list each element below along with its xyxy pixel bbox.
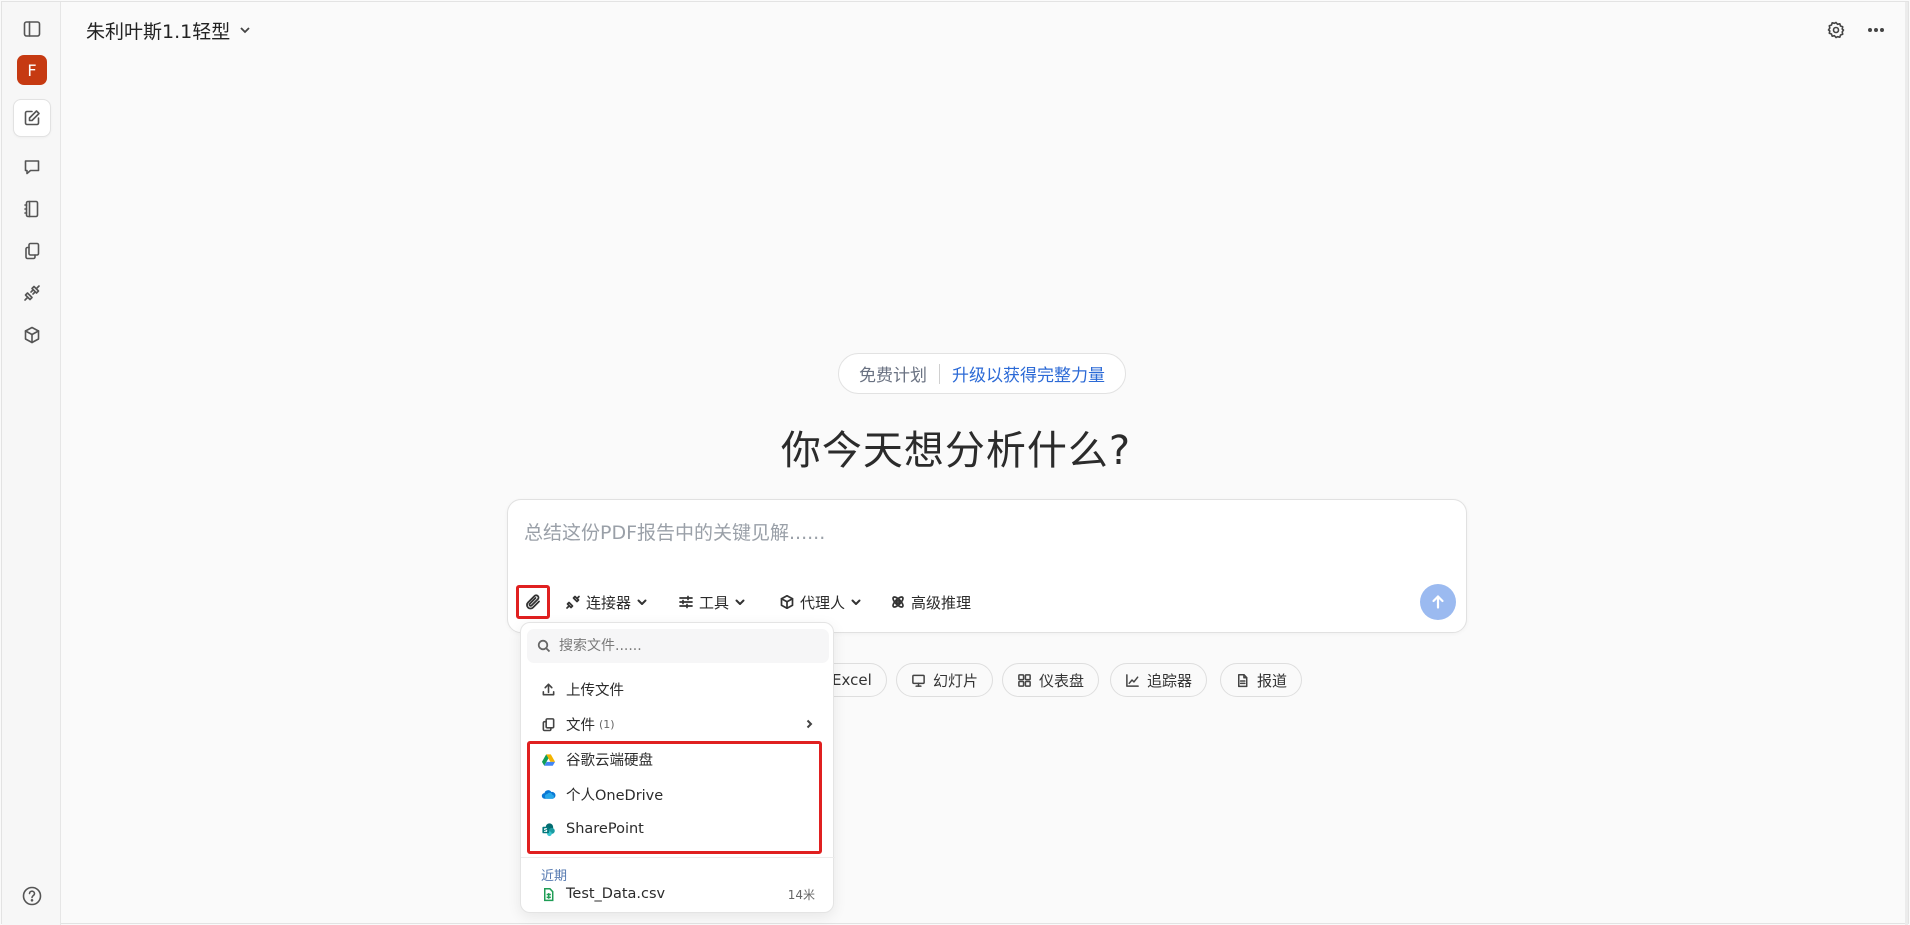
presentation-icon <box>912 674 925 687</box>
chats-button[interactable] <box>13 148 51 186</box>
sharepoint-icon: S <box>542 822 555 836</box>
agent-menu[interactable]: 代理人 <box>779 589 862 615</box>
avatar[interactable]: F <box>17 55 47 85</box>
scrollbar[interactable] <box>1905 2 1908 925</box>
advanced-reasoning-label: 高级推理 <box>911 593 972 612</box>
upload-icon <box>542 683 555 695</box>
attach-button[interactable] <box>516 585 550 619</box>
chip-label: 追踪器 <box>1147 671 1193 690</box>
notebooks-button[interactable] <box>13 190 51 228</box>
google-drive-icon <box>541 753 556 766</box>
help-button[interactable] <box>21 885 43 907</box>
onedrive-label: 个人OneDrive <box>566 787 664 804</box>
sidebar-toggle-icon <box>23 21 41 37</box>
advanced-reasoning-toggle[interactable]: 高级推理 <box>890 589 971 615</box>
chevron-down-icon <box>735 599 745 605</box>
document-icon <box>1238 673 1248 687</box>
recent-file-name: Test_Data.csv <box>566 886 666 902</box>
files-button[interactable] <box>13 232 51 270</box>
sliders-icon <box>679 595 693 609</box>
search-icon <box>537 639 551 653</box>
plan-banner: 免费计划 升级以获得完整力量 <box>838 353 1126 394</box>
onedrive-item[interactable]: 个人OneDrive <box>521 777 835 811</box>
chip-label: Excel <box>832 671 872 689</box>
recent-file-item[interactable]: Test_Data.csv 14米 <box>521 879 835 909</box>
prompt-input[interactable] <box>524 522 1424 544</box>
cube-icon <box>24 326 40 344</box>
google-drive-item[interactable]: 谷歌云端硬盘 <box>521 742 835 776</box>
connectors-button[interactable] <box>13 274 51 312</box>
connectors-label: 连接器 <box>586 593 632 612</box>
free-plan-label: 免费计划 <box>859 366 927 386</box>
onedrive-icon <box>541 789 556 799</box>
new-chat-button[interactable] <box>13 99 51 137</box>
connectors-menu[interactable]: 连接器 <box>565 589 648 615</box>
agents-button[interactable] <box>13 316 51 354</box>
upload-file-label: 上传文件 <box>566 682 624 699</box>
model-name: 朱利叶斯1.1轻型 <box>86 20 231 43</box>
connector-icon <box>566 595 580 609</box>
cube-icon <box>780 594 794 610</box>
svg-text:S: S <box>544 827 548 833</box>
google-drive-label: 谷歌云端硬盘 <box>566 752 653 769</box>
chip-label: 幻灯片 <box>933 671 979 690</box>
dashboard-icon <box>1018 673 1031 687</box>
tools-label: 工具 <box>699 593 730 612</box>
more-horizontal-icon <box>1867 28 1885 33</box>
files-icon <box>25 242 40 260</box>
composer: 连接器 工具 代理人 高级推理 <box>507 499 1467 633</box>
files-item[interactable]: 文件 (1) <box>521 707 835 741</box>
arrow-up-icon <box>1432 595 1444 609</box>
chip-label: 仪表盘 <box>1039 671 1085 690</box>
send-button[interactable] <box>1420 584 1456 620</box>
atom-icon <box>892 596 904 608</box>
files-count: (1) <box>599 717 615 731</box>
recent-file-size: 14米 <box>787 887 815 902</box>
app-window: F 朱利叶斯1.1轻型 免费计划 升级以获得完整力量 你今天想分析什么? 总结这… <box>1 1 1909 925</box>
tools-menu[interactable]: 工具 <box>678 589 746 615</box>
gear-icon <box>1827 21 1845 39</box>
chip-report[interactable]: 报道 <box>1220 663 1303 697</box>
page-title: 你今天想分析什么? <box>780 428 1132 474</box>
chevron-down-icon <box>637 599 647 605</box>
agent-label: 代理人 <box>800 593 846 612</box>
chevron-down-icon <box>240 27 250 34</box>
divider <box>521 857 835 858</box>
model-selector[interactable]: 朱利叶斯1.1轻型 <box>86 16 252 44</box>
more-options-button[interactable] <box>1861 15 1891 45</box>
sharepoint-label: SharePoint <box>566 821 644 837</box>
upload-file-item[interactable]: 上传文件 <box>521 672 835 706</box>
chip-tracker[interactable]: 追踪器 <box>1110 663 1208 697</box>
chip-label: 报道 <box>1257 671 1288 690</box>
sharepoint-item[interactable]: S SharePoint <box>521 812 835 846</box>
chip-slides[interactable]: 幻灯片 <box>896 663 994 697</box>
chat-icon <box>24 160 40 175</box>
files-label: 文件 <box>566 717 595 734</box>
trend-icon <box>1126 673 1139 687</box>
spreadsheet-icon <box>544 887 554 901</box>
chip-dashboard[interactable]: 仪表盘 <box>1002 663 1100 697</box>
paperclip-icon <box>526 594 540 610</box>
plan-divider <box>939 363 940 384</box>
upgrade-link[interactable]: 升级以获得完整力量 <box>952 361 1105 386</box>
notebook-icon <box>24 200 39 218</box>
file-search <box>527 629 829 663</box>
attach-dropdown-menu: 上传文件 文件 (1) 谷歌云端硬盘 个人OneDrive <box>520 622 835 913</box>
new-chat-icon <box>24 110 40 126</box>
settings-button[interactable] <box>1821 15 1851 45</box>
chevron-down-icon <box>851 599 861 605</box>
files-icon <box>542 717 555 731</box>
chevron-right-icon <box>806 719 813 729</box>
connector-icon <box>24 285 40 301</box>
file-search-input[interactable] <box>559 638 809 654</box>
help-circle-icon <box>22 886 42 906</box>
sidebar-toggle-button[interactable] <box>13 10 51 48</box>
